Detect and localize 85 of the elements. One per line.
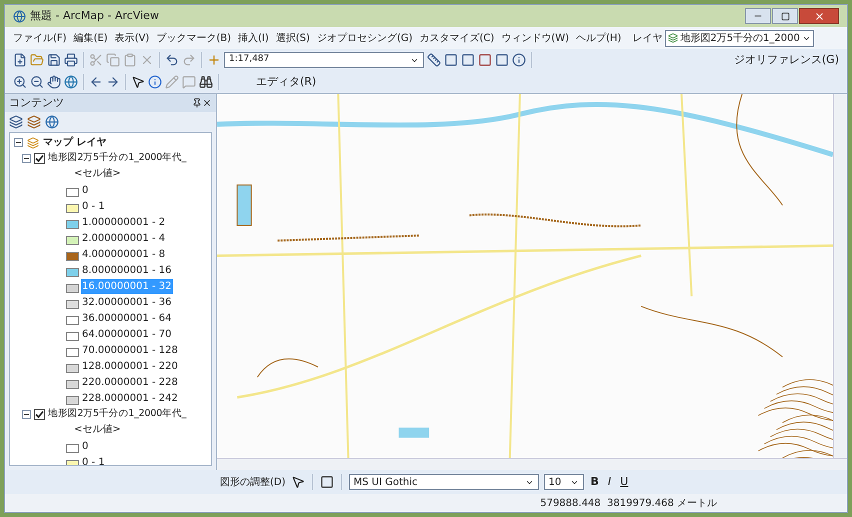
close-icon (814, 10, 824, 22)
window-icon[interactable] (478, 53, 492, 67)
zoom-out-icon[interactable] (30, 75, 44, 89)
field-label: <セル値> (73, 167, 122, 181)
list-layers-icon[interactable] (9, 115, 23, 129)
underline-button[interactable]: U (618, 474, 630, 490)
map-layers-label[interactable]: マップ レイヤ (43, 135, 106, 150)
legend-label[interactable]: 4.000000001 - 8 (81, 246, 166, 262)
layers-folder-icon (27, 136, 39, 148)
legend-label[interactable]: 32.00000001 - 36 (81, 294, 172, 310)
font-size-dropdown[interactable]: 10 (544, 474, 584, 490)
source-globe-icon[interactable] (45, 115, 59, 129)
legend-label[interactable]: 1.000000001 - 2 (81, 214, 166, 230)
identify-icon[interactable] (148, 75, 162, 89)
legend-label[interactable]: 220.0000001 - 228 (81, 374, 179, 390)
editor-menu[interactable]: エディタ(R) (256, 74, 316, 90)
zoom-in-icon[interactable] (13, 75, 27, 89)
close-button[interactable] (799, 8, 839, 24)
georeferencing-menu[interactable]: ジオリファレンス(G) (734, 52, 839, 68)
legend-label[interactable]: 228.0000001 - 242 (81, 390, 179, 406)
drawing-menu[interactable]: 図形の調整(D) (220, 474, 286, 490)
find-binoculars-icon[interactable] (199, 75, 213, 89)
layer-name[interactable]: 地形図2万5千分の1_2000年代_ (48, 150, 186, 166)
layer-dropdown[interactable]: 地形図2万5千分の1_2000 (665, 30, 814, 46)
coordinates-readout: 579888.448 3819979.468 メートル (540, 496, 717, 510)
legend-label[interactable]: 70.00000001 - 128 (81, 342, 179, 358)
maximize-button[interactable] (772, 8, 798, 24)
help-icon[interactable] (512, 53, 526, 67)
window-icon[interactable] (444, 53, 458, 67)
clipboard-icon[interactable] (123, 53, 137, 67)
menu-item[interactable]: ヘルプ(H) (576, 30, 622, 46)
field-label: <セル値> (73, 423, 122, 437)
layer-checkbox[interactable] (34, 408, 45, 420)
legend-label[interactable]: 0 (81, 182, 90, 198)
window-icon[interactable] (461, 53, 475, 67)
italic-button[interactable]: I (606, 474, 614, 490)
menu-item[interactable]: ウィンドウ(W) (501, 30, 569, 46)
menu-item[interactable]: 表示(V) (114, 30, 150, 46)
rectangle-icon[interactable] (320, 475, 334, 489)
collapse-icon[interactable] (22, 154, 31, 162)
layer-name[interactable]: 地形図2万5千分の1_2000年代_ (48, 406, 186, 422)
legend-label[interactable]: 0 (81, 438, 90, 454)
layer-stack-icon[interactable] (27, 115, 41, 129)
layer-checkbox[interactable] (34, 152, 45, 164)
font-dropdown[interactable]: MS UI Gothic (348, 474, 539, 490)
new-document-icon[interactable] (13, 53, 27, 67)
maximize-icon (780, 12, 790, 20)
pin-icon[interactable] (192, 98, 202, 108)
window-title: 無題 - ArcMap - ArcView (30, 8, 159, 24)
forward-arrow-icon[interactable] (106, 75, 120, 89)
vertical-scrollbar[interactable] (833, 94, 847, 458)
menu-item[interactable]: カスタマイズ(C) (420, 30, 494, 46)
legend-label[interactable]: 0 - 1 (81, 454, 106, 465)
menu-item[interactable]: ファイル(F) (13, 30, 67, 46)
menu-item[interactable]: ジオプロセシング(G) (316, 30, 412, 46)
horizontal-scrollbar[interactable] (217, 458, 847, 470)
collapse-icon[interactable] (14, 138, 23, 147)
layer-icon (668, 33, 678, 43)
close-icon[interactable] (202, 98, 212, 108)
pan-hand-icon[interactable] (47, 75, 61, 89)
menu-item[interactable]: 挿入(I) (238, 30, 269, 46)
undo-icon[interactable] (165, 53, 179, 67)
pointer-icon[interactable] (131, 75, 145, 89)
legend-label[interactable]: 2.000000001 - 4 (81, 230, 166, 246)
bold-button[interactable]: B (588, 474, 601, 490)
scale-field[interactable]: 1:17,487 (224, 52, 424, 68)
collapse-icon[interactable] (22, 410, 31, 418)
legend-label[interactable]: 36.00000001 - 64 (81, 310, 172, 326)
pointer-icon[interactable] (290, 475, 305, 489)
legend-label[interactable]: 128.0000001 - 220 (81, 358, 179, 374)
print-icon[interactable] (64, 53, 78, 67)
legend-label[interactable]: 8.000000001 - 16 (81, 262, 172, 278)
add-data-icon[interactable] (207, 53, 221, 67)
globe-icon[interactable] (64, 75, 78, 89)
layer-label: レイヤ (632, 32, 662, 46)
save-icon[interactable] (47, 53, 61, 67)
menu-item[interactable]: 編集(E) (74, 30, 108, 46)
legend-label[interactable]: 0 - 1 (81, 198, 106, 214)
menu-item[interactable]: ブックマーク(B) (156, 30, 232, 46)
menu-item[interactable]: 選択(S) (276, 30, 310, 46)
panel-title: コンテンツ (9, 94, 64, 111)
ruler-icon[interactable] (427, 53, 441, 67)
app-globe-icon (13, 10, 26, 22)
legend-label[interactable]: 64.00000001 - 70 (81, 326, 172, 342)
window-icon[interactable] (495, 53, 509, 67)
